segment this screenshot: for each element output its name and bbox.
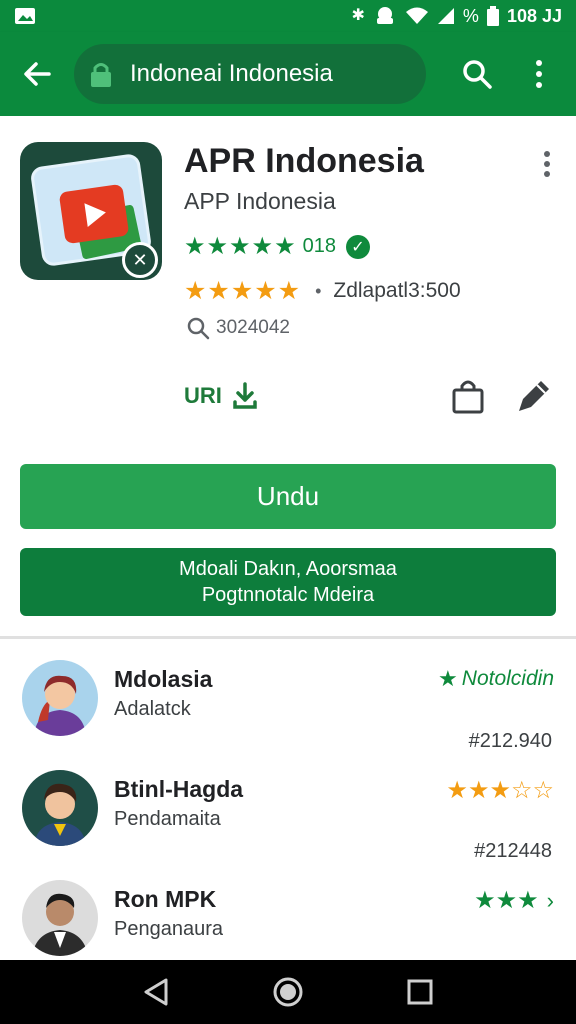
reviewer-role: Pendamaita (114, 808, 221, 830)
nav-recents-button[interactable] (400, 972, 440, 1012)
section-divider (0, 636, 576, 639)
app-icon: ✕ (20, 142, 162, 280)
avatar (22, 660, 98, 736)
nav-back-button[interactable] (136, 972, 176, 1012)
review-stars: ★★★ (474, 887, 539, 914)
rating-secondary-text: Zdlapatl3:500 (333, 279, 461, 302)
search-button[interactable] (446, 32, 508, 116)
url-text: Indoneai Indonesia (130, 60, 333, 87)
nav-home-button[interactable] (268, 972, 308, 1012)
bluetooth-icon: ✱ (351, 7, 365, 24)
developer-name[interactable]: APP Indonesia (184, 188, 336, 215)
shopping-bag-button[interactable] (448, 376, 488, 416)
play-icon (58, 183, 130, 245)
secondary-button-line1: Mdoali Dakın, Aoorsmaa (179, 558, 397, 580)
rating-row: ★★★★★ 018 ✓ (184, 232, 370, 261)
edit-button[interactable] (514, 376, 554, 416)
reviewer-name: Ron MPK (114, 886, 217, 912)
review-badge-label: Notolcidin (461, 667, 554, 690)
review-rating: ★★★☆☆ (446, 776, 554, 805)
review-item[interactable]: Btinl-Hagda Pendamaita ★★★☆☆ #212448 (0, 770, 576, 884)
app-overflow-button[interactable] (532, 146, 562, 182)
url-bar[interactable]: Indoneai Indonesia (74, 44, 426, 104)
signal-icon (437, 8, 454, 24)
lock-icon (91, 63, 111, 87)
avatar (22, 880, 98, 956)
review-number: #212448 (474, 840, 552, 862)
rating-row-secondary: ★★★★★ • Zdlapatl3:500 (184, 276, 461, 306)
rating-count: 018 (302, 235, 336, 257)
shopping-bag-icon (452, 380, 484, 414)
app-header: ✕ APR Indonesia APP Indonesia ★★★★★ 018 … (0, 116, 576, 636)
search-icon (187, 317, 210, 340)
review-rating: ★★★ › (474, 886, 554, 915)
percent-text: % (462, 5, 479, 26)
review-stars: ★★★☆☆ (446, 777, 554, 804)
battery-icon (486, 6, 499, 26)
home-circle-icon (273, 977, 303, 1007)
status-bar: ✱ % 108 JJ (0, 0, 576, 32)
verified-icon: ✓ (345, 234, 370, 259)
uri-link[interactable]: URI (184, 382, 258, 410)
separator-dot: • (315, 280, 322, 301)
rating-stars: ★★★★★ (184, 233, 297, 260)
triangle-back-icon (144, 978, 168, 1006)
star-icon: ★ (438, 666, 458, 691)
wifi-icon (405, 7, 428, 24)
pen-icon (519, 381, 549, 411)
reviewer-name: Mdolasia (114, 666, 213, 692)
system-nav-bar (0, 960, 576, 1024)
cast-icon (376, 7, 393, 24)
battery-text: 108 JJ (506, 5, 562, 26)
chevron-right-icon: › (546, 887, 554, 913)
reviewer-role: Penganaura (114, 918, 223, 940)
reviewer-name: Btinl-Hagda (114, 776, 244, 802)
review-item[interactable]: Mdolasia Adalatck ★ Notolcidin #212.940 (0, 660, 576, 774)
tools-badge-icon: ✕ (122, 242, 158, 278)
more-options-button[interactable] (508, 32, 570, 116)
arrow-back-icon (24, 62, 51, 86)
avatar (22, 770, 98, 846)
download-icon (233, 382, 257, 409)
image-icon (15, 8, 35, 24)
back-button[interactable] (0, 32, 74, 116)
secondary-button[interactable]: Mdoali Dakın, Aoorsmaa Pogtnnotalc Mdeir… (20, 548, 556, 616)
app-bar: Indoneai Indonesia (0, 32, 576, 116)
downloads-count: 3024042 (216, 317, 290, 338)
review-number: #212.940 (468, 730, 552, 752)
install-button[interactable]: Undu (20, 464, 556, 529)
search-icon (463, 60, 492, 89)
recents-square-icon (407, 979, 433, 1005)
app-title: APR Indonesia (184, 142, 424, 180)
downloads-row: 3024042 (186, 316, 290, 340)
more-vert-icon (536, 60, 542, 88)
reviewer-role: Adalatck (114, 698, 191, 720)
review-badge: ★ Notolcidin (438, 666, 554, 692)
secondary-button-line2: Pogtnnotalc Mdeira (201, 584, 375, 606)
more-vert-icon (544, 151, 550, 177)
rating-stars-secondary: ★★★★★ (184, 277, 302, 305)
uri-label: URI (184, 383, 222, 408)
